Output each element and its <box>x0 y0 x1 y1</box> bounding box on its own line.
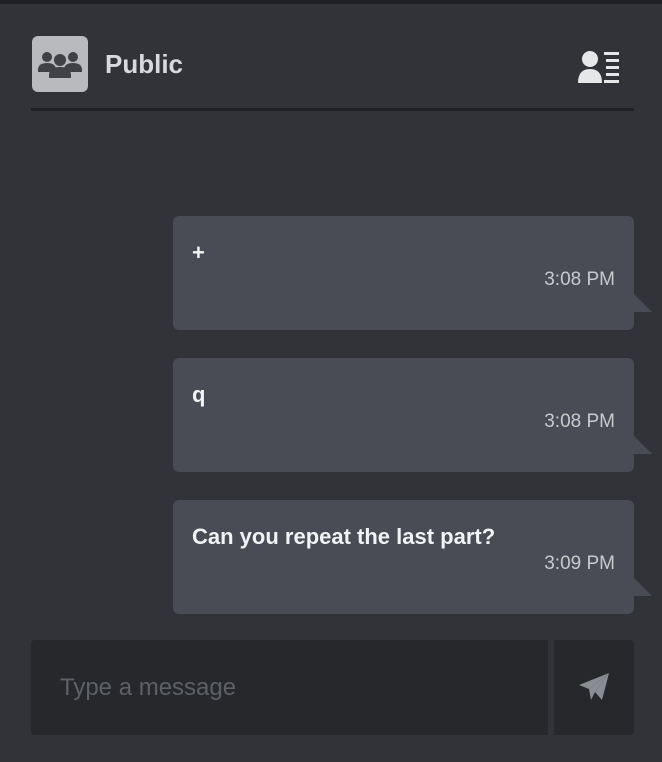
message-text: + <box>192 240 205 265</box>
send-button[interactable] <box>554 640 634 735</box>
send-icon <box>579 673 609 700</box>
message-list: + 3:08 PM q 3:08 PM Can you repeat the l… <box>0 4 662 644</box>
message-timestamp: 3:08 PM <box>544 269 615 290</box>
message-bubble: + 3:08 PM <box>173 216 652 330</box>
chat-panel: Public + 3:08 PM q 3:08 PM Can you repea… <box>0 4 662 762</box>
message-input[interactable] <box>31 640 548 735</box>
message-composer <box>31 640 634 735</box>
message-timestamp: 3:08 PM <box>544 411 615 432</box>
message-bubble: q 3:08 PM <box>173 358 652 472</box>
message-timestamp: 3:09 PM <box>544 553 615 574</box>
message-text: Can you repeat the last part? <box>192 524 496 549</box>
message-text: q <box>192 382 206 407</box>
message-bubble: Can you repeat the last part? 3:09 PM <box>173 500 652 614</box>
